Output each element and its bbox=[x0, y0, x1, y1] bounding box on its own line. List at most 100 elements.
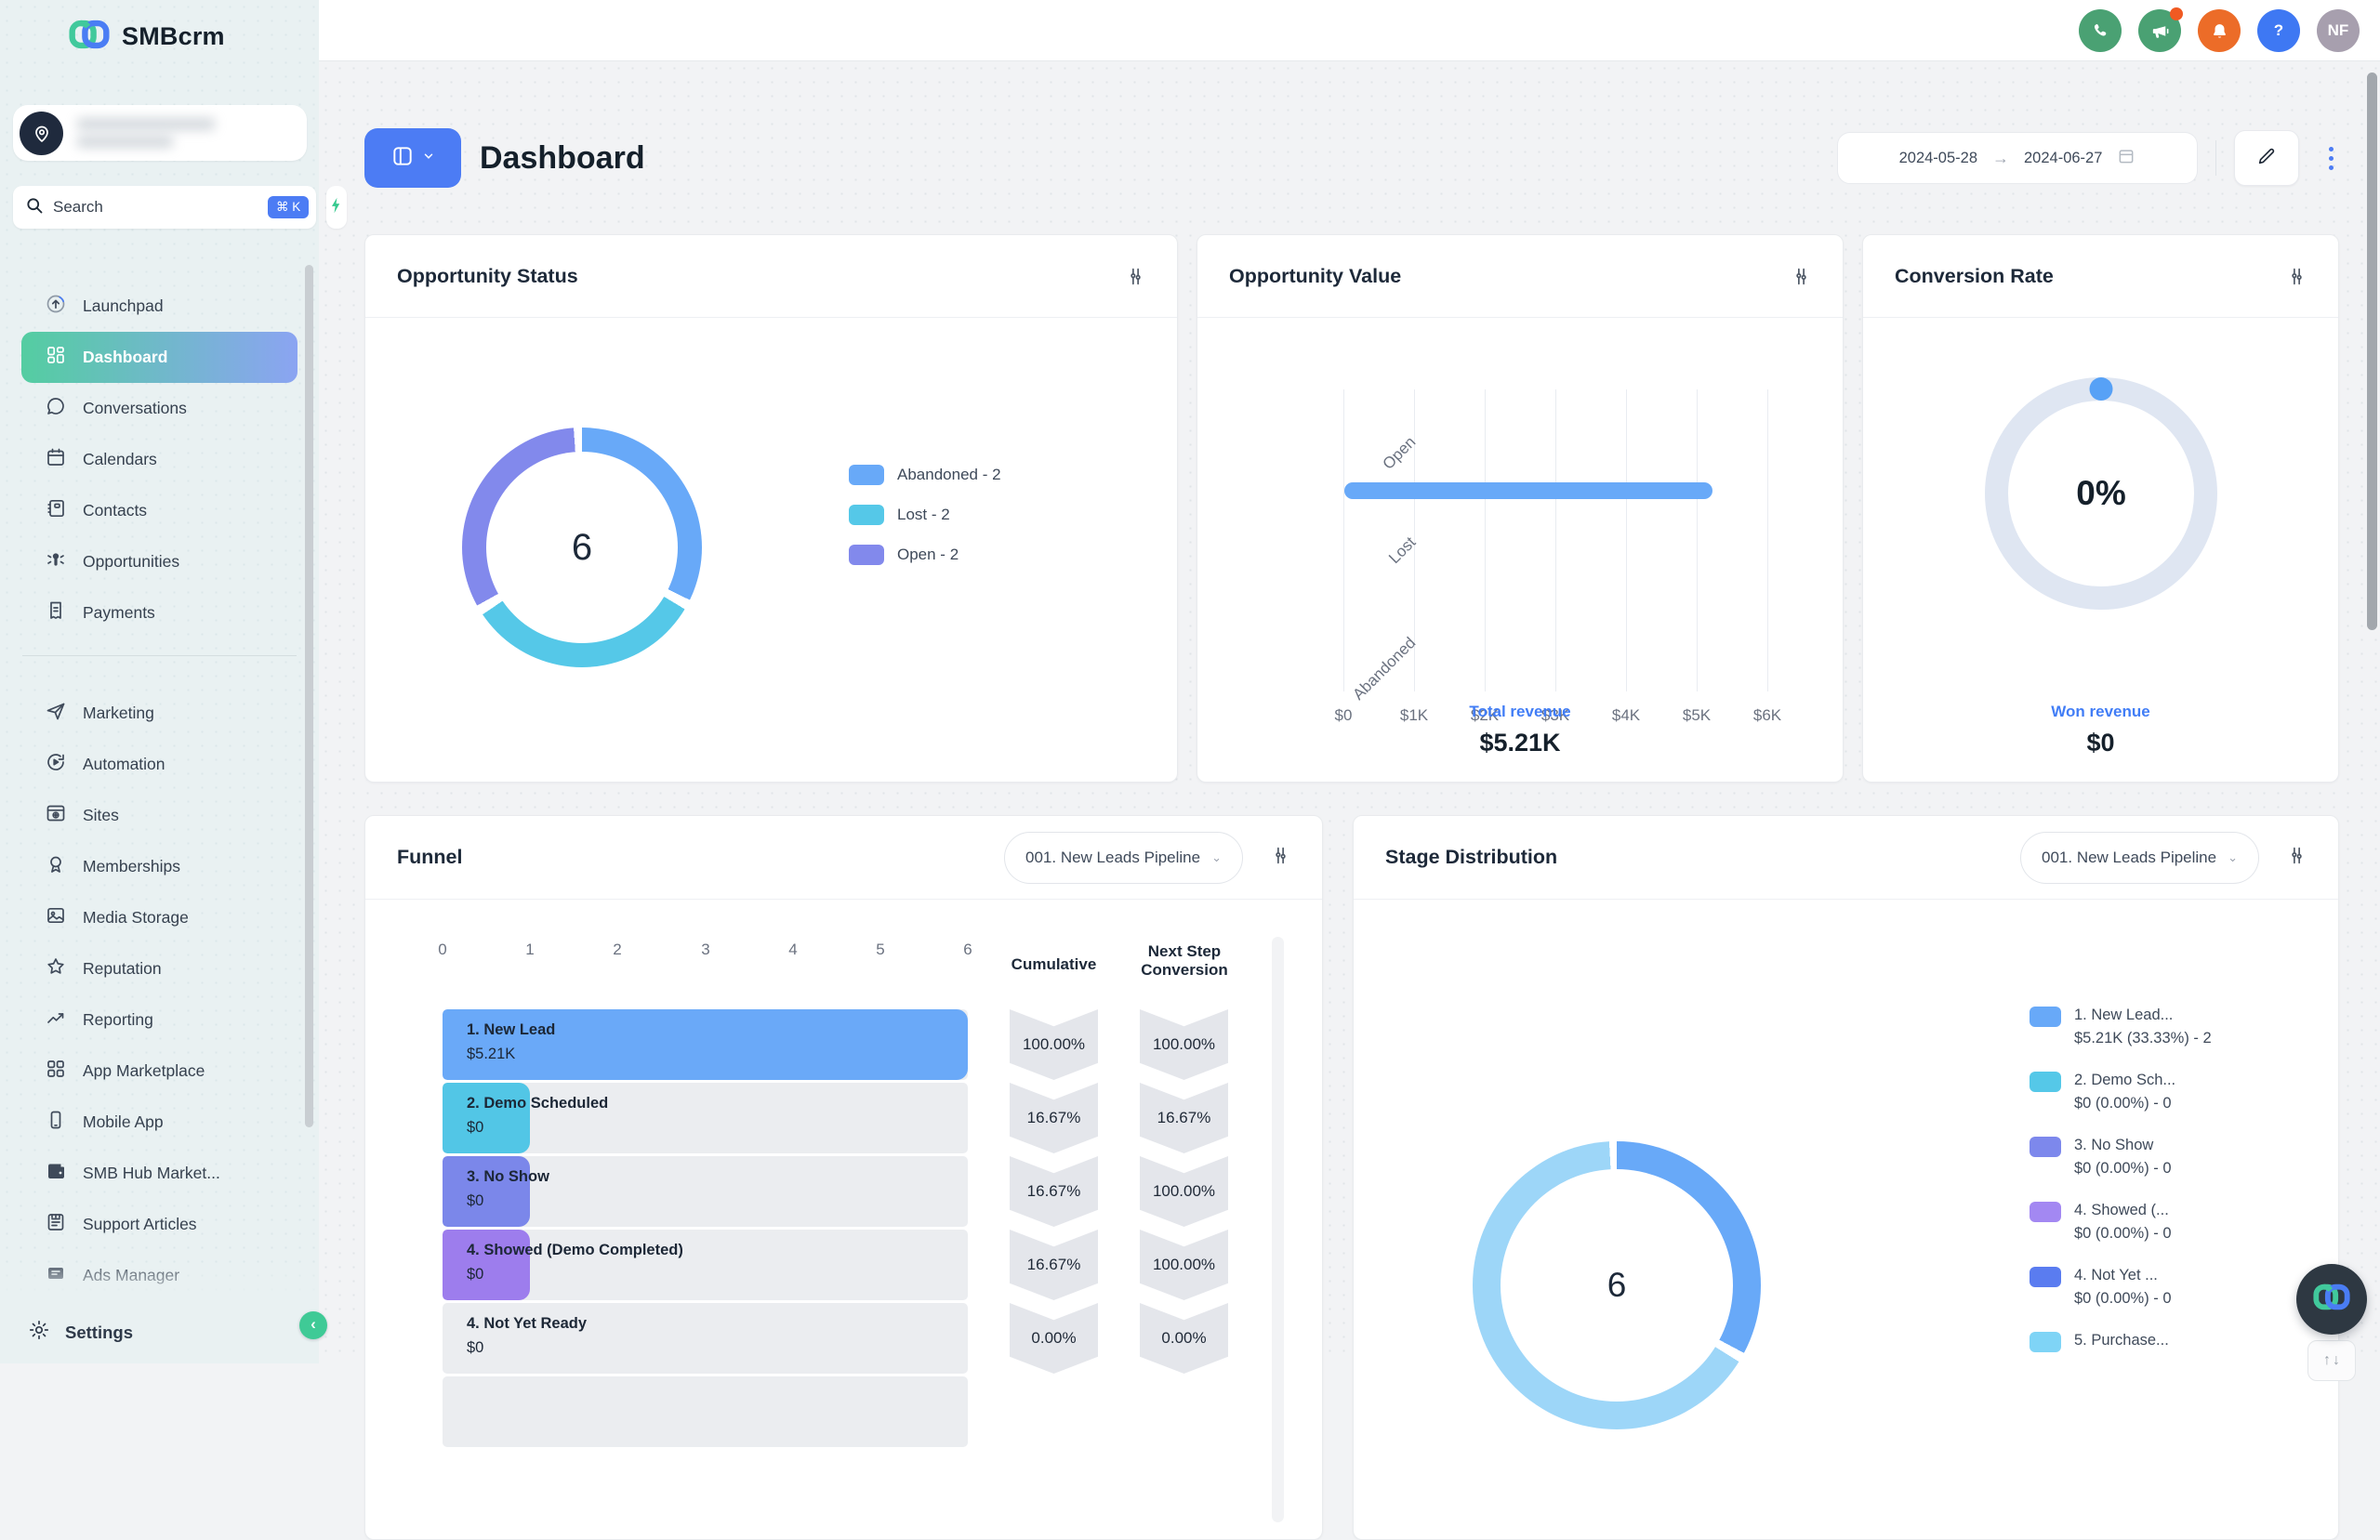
sidebar-item-launchpad[interactable]: Launchpad bbox=[21, 281, 298, 332]
more-options-kebab-icon[interactable] bbox=[2323, 141, 2339, 176]
sidebar-item-mobile-app[interactable]: Mobile App bbox=[21, 1097, 298, 1148]
sidebar-divider bbox=[22, 655, 297, 656]
funnel-stage-name: 3. No Show bbox=[467, 1168, 549, 1186]
sidebar-item-conversations[interactable]: Conversations bbox=[21, 383, 298, 434]
date-end[interactable]: 2024-06-27 bbox=[2024, 150, 2102, 167]
sidebar-item-settings[interactable]: Settings bbox=[0, 1301, 319, 1363]
card-settings-sliders-icon[interactable] bbox=[1271, 846, 1290, 870]
stage-legend-item[interactable]: 4. Not Yet ... $0 (0.00%) - 0 bbox=[2030, 1264, 2212, 1310]
stage-legend-name: 5. Purchase... bbox=[2074, 1329, 2169, 1352]
edit-dashboard-button[interactable] bbox=[2234, 130, 2299, 186]
help-chat-launcher[interactable] bbox=[2296, 1264, 2367, 1335]
sidebar-item-app-marketplace[interactable]: App Marketplace bbox=[21, 1046, 298, 1097]
stage-legend-item[interactable]: 1. New Lead... $5.21K (33.33%) - 2 bbox=[2030, 1004, 2212, 1050]
notifications-bell-icon[interactable] bbox=[2198, 9, 2241, 52]
funnel-row[interactable]: 2. Demo Scheduled $0 bbox=[443, 1083, 968, 1153]
stage-legend-value: $0 (0.00%) - 0 bbox=[2074, 1092, 2175, 1115]
sidebar-item-memberships[interactable]: Memberships bbox=[21, 841, 298, 892]
app-marketplace-icon bbox=[45, 1058, 67, 1085]
marketing-icon bbox=[45, 700, 67, 727]
legend-swatch bbox=[2030, 1267, 2061, 1287]
sidebar-item-label: Automation bbox=[83, 755, 165, 774]
sidebar-item-label: Calendars bbox=[83, 450, 157, 469]
brand-name: SMBcrm bbox=[122, 22, 225, 51]
legend-item[interactable]: Abandoned - 2 bbox=[849, 465, 1001, 485]
conversations-icon bbox=[45, 395, 67, 422]
stage-distribution-donut-chart[interactable]: 6 bbox=[1473, 1141, 1761, 1429]
chevron-down-icon: ⌄ bbox=[2228, 850, 2238, 865]
sidebar-item-ads-manager[interactable]: Ads Manager bbox=[21, 1250, 298, 1301]
sidebar-item-marketing[interactable]: Marketing bbox=[21, 688, 298, 739]
smb-hub-icon bbox=[45, 1160, 67, 1187]
funnel-next-step-cell: 100.00% bbox=[1140, 1230, 1228, 1300]
sidebar-item-media-storage[interactable]: Media Storage bbox=[21, 892, 298, 943]
announcements-icon[interactable] bbox=[2138, 9, 2181, 52]
sidebar-item-support-articles[interactable]: Support Articles bbox=[21, 1199, 298, 1250]
conversion-rate-gauge[interactable]: 0% bbox=[1985, 377, 2217, 610]
sidebar-item-contacts[interactable]: Contacts bbox=[21, 485, 298, 536]
sidebar-item-calendars[interactable]: Calendars bbox=[21, 434, 298, 485]
card-settings-sliders-icon[interactable] bbox=[2287, 846, 2307, 870]
help-icon[interactable]: ? bbox=[2257, 9, 2300, 52]
page-title: Dashboard bbox=[480, 140, 645, 177]
stage-legend-item[interactable]: 5. Purchase... bbox=[2030, 1329, 2212, 1352]
phone-icon[interactable] bbox=[2079, 9, 2122, 52]
sidebar-item-payments[interactable]: Payments bbox=[21, 587, 298, 638]
support-articles-icon bbox=[45, 1211, 67, 1238]
date-start[interactable]: 2024-05-28 bbox=[1899, 150, 1977, 167]
topbar: ? NF bbox=[319, 0, 2380, 61]
search-input[interactable] bbox=[53, 198, 258, 217]
stage-legend-value: $5.21K (33.33%) - 2 bbox=[2074, 1027, 2212, 1050]
legend-item[interactable]: Lost - 2 bbox=[849, 505, 1001, 525]
sidebar-item-smb-hub-market[interactable]: SMB Hub Market... bbox=[21, 1148, 298, 1199]
page-header: Dashboard 2024-05-28 → 2024-06-27 bbox=[364, 128, 2339, 188]
stage-legend-item[interactable]: 2. Demo Sch... $0 (0.00%) - 0 bbox=[2030, 1069, 2212, 1115]
account-switcher[interactable] bbox=[13, 105, 307, 161]
gridline bbox=[1626, 389, 1627, 691]
sidebar-collapse-button[interactable]: ‹ bbox=[299, 1311, 327, 1339]
sidebar-item-automation[interactable]: Automation bbox=[21, 739, 298, 790]
stage-legend-name: 3. No Show bbox=[2074, 1134, 2172, 1157]
stage-pipeline-select[interactable]: 001. New Leads Pipeline⌄ bbox=[2020, 832, 2259, 884]
sidebar-item-label: Dashboard bbox=[83, 348, 167, 367]
funnel-row[interactable]: 3. No Show $0 bbox=[443, 1156, 968, 1227]
sidebar-item-reputation[interactable]: Reputation bbox=[21, 943, 298, 994]
funnel-next-step-cell: 16.67% bbox=[1140, 1083, 1228, 1153]
sidebar-item-sites[interactable]: Sites bbox=[21, 790, 298, 841]
total-revenue-link[interactable]: Total revenue bbox=[1197, 703, 1843, 721]
search-box[interactable]: ⌘ K bbox=[13, 186, 316, 229]
quick-actions-button[interactable] bbox=[326, 186, 347, 229]
sidebar-item-opportunities[interactable]: Opportunities bbox=[21, 536, 298, 587]
gridline bbox=[1697, 389, 1698, 691]
funnel-row[interactable]: 4. Showed (Demo Completed) $0 bbox=[443, 1230, 968, 1300]
page-scrollbar[interactable] bbox=[2367, 72, 2377, 630]
funnel-row-text: 4. Showed (Demo Completed) $0 bbox=[467, 1242, 683, 1283]
date-range-picker[interactable]: 2024-05-28 → 2024-06-27 bbox=[1837, 132, 2198, 184]
funnel-row-partial bbox=[443, 1376, 968, 1447]
sidebar-scrollbar[interactable] bbox=[305, 265, 313, 1127]
brand-logo-icon bbox=[2313, 1283, 2350, 1315]
avatar[interactable]: NF bbox=[2317, 9, 2360, 52]
card-settings-sliders-icon[interactable] bbox=[1126, 267, 1145, 286]
bar-open[interactable] bbox=[1344, 482, 1712, 499]
dashboard-layout-button[interactable] bbox=[364, 128, 461, 188]
funnel-axis-tick: 3 bbox=[701, 941, 709, 959]
opportunity-status-donut-chart[interactable]: 6 bbox=[462, 428, 702, 667]
won-revenue-value: $0 bbox=[1863, 729, 2338, 757]
card-settings-sliders-icon[interactable] bbox=[2287, 267, 2307, 286]
stage-legend-item[interactable]: 4. Showed (... $0 (0.00%) - 0 bbox=[2030, 1199, 2212, 1245]
funnel-pipeline-select[interactable]: 001. New Leads Pipeline⌄ bbox=[1004, 832, 1243, 884]
sidebar-item-dashboard[interactable]: Dashboard bbox=[21, 332, 298, 383]
legend-item[interactable]: Open - 2 bbox=[849, 545, 1001, 565]
funnel-row[interactable]: 1. New Lead $5.21K bbox=[443, 1009, 968, 1080]
funnel-scrollbar[interactable] bbox=[1272, 937, 1284, 1522]
notification-badge-dot bbox=[2170, 7, 2183, 20]
sidebar-item-reporting[interactable]: Reporting bbox=[21, 994, 298, 1046]
scroll-up-down-button[interactable]: ↑↓ bbox=[2307, 1340, 2356, 1381]
card-settings-sliders-icon[interactable] bbox=[1792, 267, 1811, 286]
location-pin-icon bbox=[20, 112, 63, 155]
funnel-stage-value: $0 bbox=[467, 1266, 683, 1283]
stage-legend-item[interactable]: 3. No Show $0 (0.00%) - 0 bbox=[2030, 1134, 2212, 1180]
won-revenue-link[interactable]: Won revenue bbox=[1863, 703, 2338, 721]
funnel-stage-name: 4. Showed (Demo Completed) bbox=[467, 1242, 683, 1259]
